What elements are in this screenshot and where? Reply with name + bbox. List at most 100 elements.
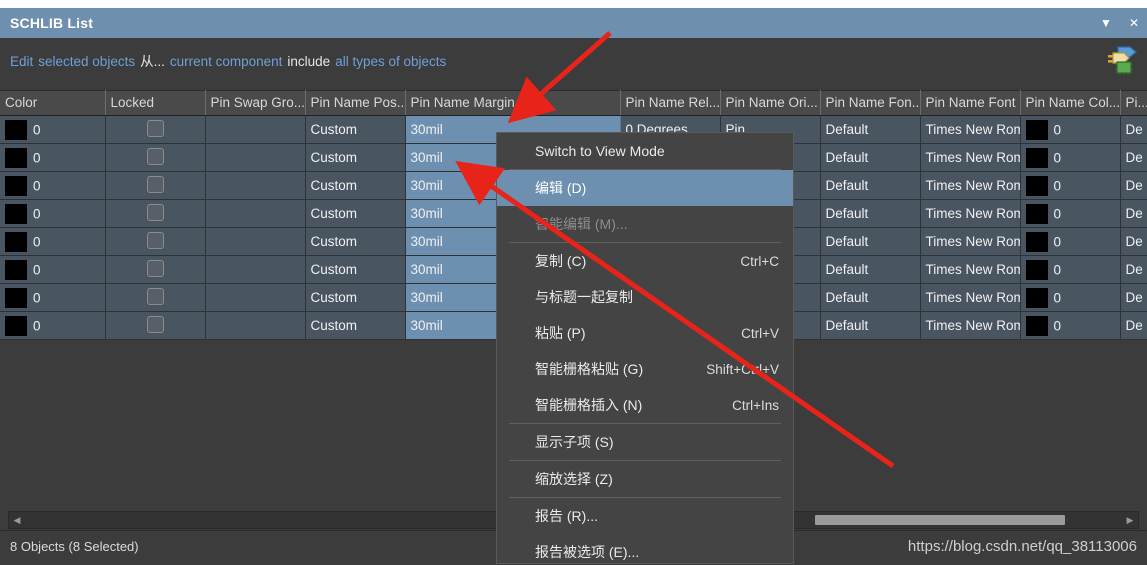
locked-checkbox[interactable] — [147, 120, 164, 137]
filter-link-scope[interactable]: selected objects — [38, 54, 135, 69]
locked-checkbox[interactable] — [147, 288, 164, 305]
cell-pin_name_font[interactable]: Times New Rom — [920, 228, 1020, 256]
cell-pin_last[interactable]: De — [1120, 116, 1147, 144]
cell-pin_name_position[interactable]: Custom — [305, 200, 405, 228]
cell-pin_swap_group[interactable] — [205, 116, 305, 144]
component-icon[interactable] — [1105, 44, 1139, 76]
filter-link-edit[interactable]: Edit — [10, 54, 33, 69]
cell-pin_name_col[interactable]: 0 — [1020, 144, 1120, 172]
cell-pin_name_position[interactable]: Custom — [305, 144, 405, 172]
cell-pin_name_fon[interactable]: Default — [820, 200, 920, 228]
color-swatch[interactable] — [1026, 232, 1048, 252]
cell-pin_name_font[interactable]: Times New Rom — [920, 116, 1020, 144]
cell-pin_swap_group[interactable] — [205, 284, 305, 312]
menu-item-10[interactable]: 报告 (R)... — [497, 498, 793, 534]
cell-pin_name_col[interactable]: 0 — [1020, 228, 1120, 256]
grid-header-pin_name_col[interactable]: Pin Name Col... — [1020, 91, 1120, 116]
chevron-down-icon[interactable]: ▼ — [1099, 17, 1113, 29]
cell-color[interactable]: 0 — [0, 312, 105, 340]
color-swatch[interactable] — [1026, 120, 1048, 140]
color-swatch[interactable] — [1026, 288, 1048, 308]
cell-locked[interactable] — [105, 256, 205, 284]
cell-pin_name_position[interactable]: Custom — [305, 312, 405, 340]
cell-pin_name_font[interactable]: Times New Rom — [920, 172, 1020, 200]
cell-pin_name_col[interactable]: 0 — [1020, 312, 1120, 340]
grid-header-pin_name_font[interactable]: Pin Name Font — [920, 91, 1020, 116]
cell-pin_name_fon[interactable]: Default — [820, 284, 920, 312]
cell-locked[interactable] — [105, 200, 205, 228]
cell-pin_swap_group[interactable] — [205, 144, 305, 172]
color-swatch[interactable] — [1026, 204, 1048, 224]
color-swatch[interactable] — [5, 120, 27, 140]
cell-pin_name_col[interactable]: 0 — [1020, 284, 1120, 312]
grid-header-pin_last[interactable]: Pi... — [1120, 91, 1147, 116]
grid-header-pin_name_position[interactable]: Pin Name Pos... — [305, 91, 405, 116]
menu-item-3[interactable]: 复制 (C)Ctrl+C — [497, 243, 793, 279]
menu-item-0[interactable]: Switch to View Mode — [497, 133, 793, 169]
cell-pin_name_position[interactable]: Custom — [305, 116, 405, 144]
color-swatch[interactable] — [5, 288, 27, 308]
cell-pin_name_position[interactable]: Custom — [305, 284, 405, 312]
cell-pin_name_fon[interactable]: Default — [820, 116, 920, 144]
scroll-right-arrow-icon[interactable]: ▶ — [1122, 516, 1138, 525]
cell-locked[interactable] — [105, 312, 205, 340]
cell-pin_name_font[interactable]: Times New Rom — [920, 312, 1020, 340]
locked-checkbox[interactable] — [147, 148, 164, 165]
color-swatch[interactable] — [5, 176, 27, 196]
grid-header-color[interactable]: Color — [0, 91, 105, 116]
cell-locked[interactable] — [105, 116, 205, 144]
cell-color[interactable]: 0 — [0, 228, 105, 256]
cell-pin_name_fon[interactable]: Default — [820, 144, 920, 172]
menu-item-9[interactable]: 缩放选择 (Z) — [497, 461, 793, 497]
locked-checkbox[interactable] — [147, 204, 164, 221]
color-swatch[interactable] — [1026, 316, 1048, 336]
cell-pin_last[interactable]: De — [1120, 312, 1147, 340]
cell-pin_swap_group[interactable] — [205, 312, 305, 340]
cell-pin_last[interactable]: De — [1120, 256, 1147, 284]
cell-pin_name_col[interactable]: 0 — [1020, 200, 1120, 228]
cell-pin_last[interactable]: De — [1120, 172, 1147, 200]
grid-header-pin_name_margin[interactable]: Pin Name Margin — [405, 91, 620, 116]
cell-locked[interactable] — [105, 172, 205, 200]
menu-item-11[interactable]: 报告被选项 (E)... — [497, 534, 793, 564]
color-swatch[interactable] — [1026, 176, 1048, 196]
grid-header-locked[interactable]: Locked — [105, 91, 205, 116]
cell-color[interactable]: 0 — [0, 172, 105, 200]
filter-link-component[interactable]: current component — [170, 54, 283, 69]
cell-pin_last[interactable]: De — [1120, 144, 1147, 172]
color-swatch[interactable] — [5, 316, 27, 336]
close-icon[interactable]: ✕ — [1127, 17, 1141, 29]
menu-item-7[interactable]: 智能栅格插入 (N)Ctrl+Ins — [497, 387, 793, 423]
cell-pin_last[interactable]: De — [1120, 228, 1147, 256]
cell-pin_name_font[interactable]: Times New Rom — [920, 256, 1020, 284]
cell-pin_name_col[interactable]: 0 — [1020, 172, 1120, 200]
cell-color[interactable]: 0 — [0, 144, 105, 172]
cell-pin_name_fon[interactable]: Default — [820, 256, 920, 284]
menu-item-4[interactable]: 与标题一起复制 — [497, 279, 793, 315]
locked-checkbox[interactable] — [147, 232, 164, 249]
grid-header-pin_name_fon[interactable]: Pin Name Fon... — [820, 91, 920, 116]
cell-pin_name_font[interactable]: Times New Rom — [920, 144, 1020, 172]
color-swatch[interactable] — [5, 204, 27, 224]
cell-pin_name_fon[interactable]: Default — [820, 172, 920, 200]
cell-locked[interactable] — [105, 228, 205, 256]
filter-link-types[interactable]: all types of objects — [335, 54, 446, 69]
cell-pin_last[interactable]: De — [1120, 284, 1147, 312]
cell-pin_swap_group[interactable] — [205, 256, 305, 284]
grid-header-pin_name_rel[interactable]: Pin Name Rel... — [620, 91, 720, 116]
cell-color[interactable]: 0 — [0, 284, 105, 312]
cell-locked[interactable] — [105, 144, 205, 172]
grid-header-pin_name_ori[interactable]: Pin Name Ori... — [720, 91, 820, 116]
cell-color[interactable]: 0 — [0, 256, 105, 284]
menu-item-5[interactable]: 粘贴 (P)Ctrl+V — [497, 315, 793, 351]
context-menu[interactable]: Switch to View Mode编辑 (D)智能编辑 (M)...复制 (… — [496, 132, 794, 564]
color-swatch[interactable] — [1026, 260, 1048, 280]
cell-pin_name_position[interactable]: Custom — [305, 256, 405, 284]
color-swatch[interactable] — [1026, 148, 1048, 168]
scroll-left-arrow-icon[interactable]: ◀ — [9, 516, 25, 525]
color-swatch[interactable] — [5, 148, 27, 168]
locked-checkbox[interactable] — [147, 316, 164, 333]
cell-pin_swap_group[interactable] — [205, 172, 305, 200]
grid-header-pin_swap_group[interactable]: Pin Swap Gro... — [205, 91, 305, 116]
cell-pin_swap_group[interactable] — [205, 228, 305, 256]
